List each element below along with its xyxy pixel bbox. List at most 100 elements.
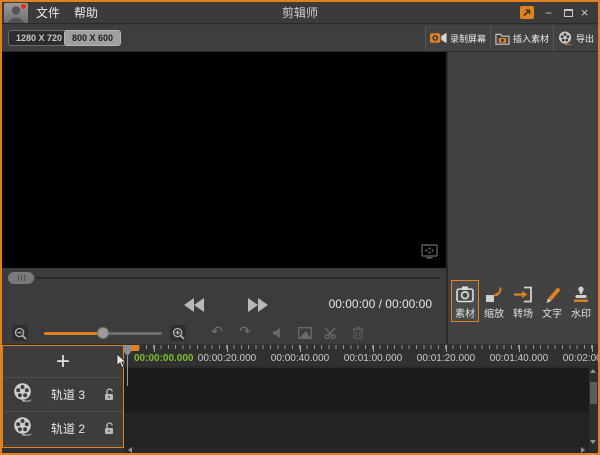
track-2-label: 轨道 2	[33, 420, 103, 437]
text-tab-icon	[541, 284, 563, 304]
record-screen-button[interactable]: 录制屏幕	[425, 25, 490, 51]
tab-watermark[interactable]: 水印	[567, 280, 595, 322]
add-track-button[interactable]: +	[3, 346, 123, 378]
unlock-icon	[103, 422, 115, 435]
headers-footer	[2, 448, 124, 453]
fit-screen-button[interactable]	[421, 244, 438, 265]
seek-bar	[2, 268, 446, 288]
watermark-tab-icon	[570, 284, 592, 304]
delete-button[interactable]	[352, 326, 364, 344]
zoom-in-button[interactable]	[170, 325, 186, 341]
video-preview[interactable]	[2, 52, 446, 268]
action-buttons: 录制屏幕 插入素材	[425, 25, 598, 51]
ruler-label: 00:01:00.000	[338, 353, 408, 364]
timeline-lane-track-2[interactable]	[124, 412, 589, 447]
tab-text[interactable]: 文字	[538, 280, 566, 322]
export-button[interactable]: 导出	[553, 25, 598, 51]
tab-media[interactable]: 素材	[451, 280, 479, 322]
split-button[interactable]	[324, 326, 338, 344]
record-screen-icon	[430, 32, 447, 44]
slider-handle[interactable]	[97, 327, 109, 339]
media-tab-icon	[454, 284, 476, 304]
tab-watermark-label: 水印	[571, 305, 591, 320]
menu-help[interactable]: 帮助	[68, 2, 104, 24]
undo-button[interactable]: ↶	[208, 323, 226, 340]
vertical-scroll-thumb[interactable]	[590, 382, 597, 404]
media-library-panel: 素材 缩放 转场	[446, 52, 598, 344]
film-reel-icon	[13, 382, 33, 407]
slider-fill	[44, 332, 103, 335]
vertical-scrollbar[interactable]	[589, 366, 598, 447]
fast-forward-icon	[248, 298, 258, 312]
ruler-label: 00:01:20.000	[411, 353, 481, 364]
app-window: 文件 帮助 剪辑师 − × 1280 X 720 800 X 600	[0, 0, 600, 455]
track-headers-panel: + 轨道 3	[2, 345, 124, 448]
maximize-icon	[564, 9, 573, 17]
rewind-button[interactable]	[184, 298, 204, 312]
export-icon	[558, 31, 573, 45]
insert-media-button[interactable]: 插入素材	[490, 25, 553, 51]
resize-mode-button[interactable]	[519, 6, 534, 20]
scroll-up-icon[interactable]	[590, 369, 596, 373]
zoom-out-icon	[14, 327, 27, 340]
time-display: 00:00:00 / 00:00:00	[329, 297, 432, 311]
ruler-current-time: 00:00:00.000	[134, 353, 194, 364]
tab-scale[interactable]: 缩放	[480, 280, 508, 322]
track-header-2[interactable]: 轨道 2	[3, 412, 123, 446]
fit-screen-icon	[421, 244, 438, 260]
fast-forward-button[interactable]	[248, 298, 268, 312]
mute-button[interactable]	[272, 326, 285, 344]
scroll-down-icon[interactable]	[590, 440, 596, 444]
redo-button[interactable]: ↷	[236, 323, 254, 340]
notification-dot-icon	[21, 4, 26, 9]
insert-media-icon	[495, 32, 510, 45]
sidebar-tab-bar: 素材 缩放 转场	[451, 280, 595, 322]
track-2-lock-button[interactable]	[103, 422, 115, 435]
scale-tab-icon	[483, 284, 505, 304]
mouse-cursor	[116, 354, 127, 374]
tab-media-label: 素材	[455, 305, 475, 320]
track-header-3[interactable]: 轨道 3	[3, 378, 123, 412]
volume-icon	[272, 327, 285, 339]
track-3-label: 轨道 3	[33, 386, 103, 403]
ruler-label: 00:02:00.000	[557, 353, 600, 364]
close-button[interactable]: ×	[577, 6, 592, 20]
resize-mode-icon	[520, 6, 534, 19]
zoom-in-icon	[172, 327, 185, 340]
title-bar: 文件 帮助 剪辑师 − ×	[2, 2, 598, 24]
tab-transition-label: 转场	[513, 305, 533, 320]
record-screen-label: 录制屏幕	[450, 32, 486, 45]
rewind-icon	[194, 298, 204, 312]
film-reel-icon	[13, 416, 33, 441]
ruler-label: 00:01:40.000	[484, 353, 554, 364]
ruler-major-ticks	[154, 345, 600, 352]
scroll-left-icon[interactable]	[128, 447, 132, 453]
image-fill-button[interactable]	[298, 326, 312, 344]
edit-toolbar: ↶ ↷	[2, 322, 446, 344]
menu-file[interactable]: 文件	[30, 2, 66, 24]
scroll-right-icon[interactable]	[581, 447, 585, 453]
seek-handle[interactable]	[8, 272, 34, 284]
image-fill-icon	[298, 327, 312, 339]
timeline-section: + 轨道 3	[2, 344, 598, 453]
horizontal-scrollbar[interactable]	[124, 447, 589, 453]
timeline-zoom-slider[interactable]	[44, 332, 162, 335]
zoom-out-button[interactable]	[12, 325, 28, 341]
resolution-button-1280x720[interactable]: 1280 X 720	[8, 30, 70, 46]
ruler-label: 00:00:40.000	[265, 353, 335, 364]
resolution-button-800x600[interactable]: 800 X 600	[64, 30, 121, 46]
tab-scale-label: 缩放	[484, 305, 504, 320]
tab-transition[interactable]: 转场	[509, 280, 537, 322]
seek-track[interactable]	[36, 277, 440, 279]
insert-media-label: 插入素材	[513, 32, 549, 45]
user-avatar[interactable]	[4, 3, 28, 23]
export-label: 导出	[576, 32, 594, 45]
unlock-icon	[103, 388, 115, 401]
track-3-lock-button[interactable]	[103, 388, 115, 401]
timeline-lane-track-3[interactable]	[124, 368, 589, 412]
tab-text-label: 文字	[542, 305, 562, 320]
minimize-button[interactable]: −	[541, 6, 556, 20]
maximize-button[interactable]	[561, 6, 576, 20]
playhead-line	[127, 356, 128, 386]
timeline-ruler[interactable]: 00:00:00.000 00:00:20.000 00:00:40.000 0…	[124, 344, 598, 366]
